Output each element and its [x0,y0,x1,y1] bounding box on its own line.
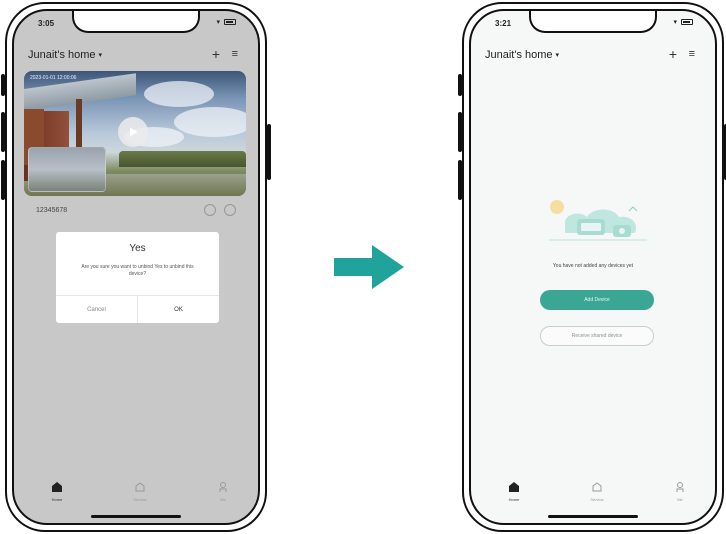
cancel-button[interactable]: Cancel [56,296,137,323]
tab-service[interactable]: Service [115,479,165,502]
play-button[interactable] [118,117,148,147]
device-name: 12345678 [36,207,68,214]
empty-devices-illustration [549,200,647,241]
volume-up-button [1,112,5,152]
notch [72,11,200,33]
camera-preview-card[interactable]: 2023-01-01 12:00:06 [24,71,246,196]
phone-after: 3:21 ▾ Junait's home ▾ + ≡ You have not a… [458,2,726,532]
home-title: Junait's home [28,49,96,61]
home-title: Junait's home [485,49,553,61]
cloud [144,81,214,107]
dialog-message: Are you sure you want to unbind Yes to u… [81,264,194,277]
play-icon [130,127,138,137]
tab-label: Service [590,497,604,502]
trees [119,151,246,167]
phone-before: 3:05 ▾ Junait's home ▾ + ≡ 2023-01-01 12:… [1,2,271,532]
volume-down-button [1,160,5,200]
ok-button[interactable]: OK [138,296,219,323]
tab-home[interactable]: Home [32,479,82,502]
home-indicator [548,515,638,518]
mute-switch [458,74,462,96]
add-device-button[interactable]: Add Device [540,290,654,310]
tab-service[interactable]: Service [572,479,622,502]
notch [529,11,657,33]
screen: 3:21 ▾ Junait's home ▾ + ≡ You have not a… [469,9,717,525]
empty-state-message: You have not added any devices yet [552,263,634,269]
chevron-down-icon: ▾ [555,52,560,60]
cloud [174,107,246,137]
dialog-title: Yes [129,243,146,254]
tab-bar: Home Service Me [14,473,258,523]
battery-icon [224,19,236,26]
app-header: Junait's home ▾ + ≡ [471,45,715,67]
status-icons: ▾ [674,18,693,26]
power-button [267,124,271,180]
home-icon [52,482,62,492]
camera-timestamp: 2023-01-01 12:00:06 [30,75,77,81]
home-selector[interactable]: Junait's home ▾ [485,49,559,61]
camera-thumbnail[interactable] [28,147,106,192]
tab-label: Service [133,497,147,502]
volume-up-button [458,112,462,152]
menu-icon[interactable]: ≡ [689,48,695,60]
status-time: 3:21 [495,19,512,28]
mute-switch [1,74,5,96]
battery-icon [681,19,693,26]
menu-icon[interactable]: ≡ [232,48,238,60]
unbind-dialog: Yes Are you sure you want to unbind Yes … [56,232,219,323]
profile-icon [219,482,227,492]
tab-label: Me [220,497,226,502]
service-icon [135,482,145,492]
status-icons: ▾ [217,18,236,26]
screen: 3:05 ▾ Junait's home ▾ + ≡ 2023-01-01 12:… [12,9,260,525]
tab-label: Me [677,497,683,502]
settings-icon[interactable] [224,204,236,216]
receive-shared-device-button[interactable]: Receive shared device [540,326,654,346]
tab-me[interactable]: Me [198,479,248,502]
building-pillar [76,99,82,149]
tab-me[interactable]: Me [655,479,705,502]
app-header: Junait's home ▾ + ≡ [14,45,258,67]
tab-home[interactable]: Home [489,479,539,502]
transition-arrow-icon [334,245,404,289]
add-icon[interactable]: + [212,47,220,61]
home-indicator [91,515,181,518]
tab-label: Home [508,497,520,502]
tab-label: Home [51,497,63,502]
tab-bar: Home Service Me [471,473,715,523]
signal-icon: ▾ [673,19,679,26]
service-icon [592,482,602,492]
volume-down-button [458,160,462,200]
profile-icon [676,482,684,492]
status-time: 3:05 [38,19,55,28]
home-selector[interactable]: Junait's home ▾ [28,49,102,61]
signal-icon: ▾ [216,19,222,26]
home-icon [509,482,519,492]
add-icon[interactable]: + [669,47,677,61]
chevron-down-icon: ▾ [98,52,103,60]
volume-icon[interactable] [204,204,216,216]
